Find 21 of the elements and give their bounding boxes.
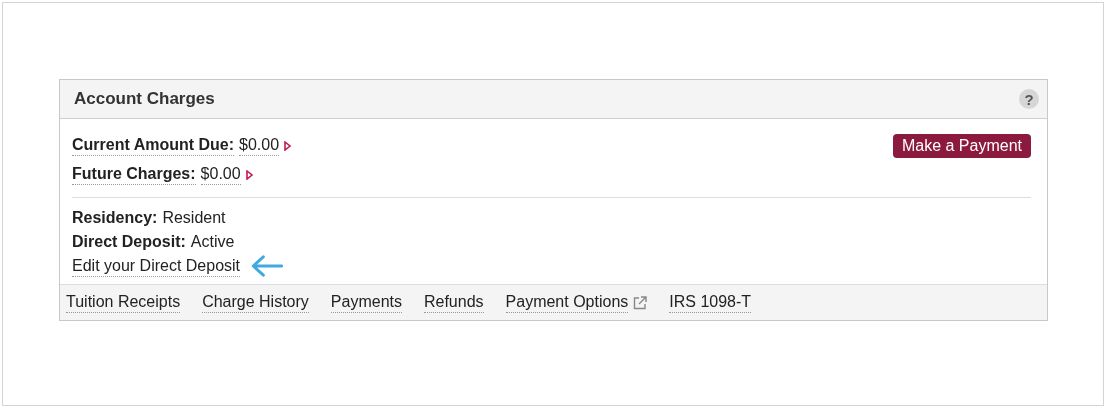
triangle-icon[interactable] xyxy=(245,169,253,180)
panel-title: Account Charges xyxy=(74,89,215,109)
footer-link[interactable]: Payments xyxy=(330,292,402,313)
help-button[interactable]: ? xyxy=(1019,89,1039,109)
footer-link[interactable]: IRS 1098-T xyxy=(669,292,752,313)
footer-link[interactable]: Refunds xyxy=(423,292,484,313)
amount-value[interactable]: $0.00 xyxy=(239,135,280,156)
amount-value[interactable]: $0.00 xyxy=(200,164,241,185)
footer-link[interactable]: Tuition Receipts xyxy=(66,292,181,313)
detail-label: Residency: xyxy=(72,208,158,228)
detail-value: Resident xyxy=(162,208,226,228)
make-payment-button[interactable]: Make a Payment xyxy=(892,134,1031,158)
amount-label[interactable]: Future Charges: xyxy=(72,164,196,185)
detail-value: Active xyxy=(190,232,235,252)
amount-label[interactable]: Current Amount Due: xyxy=(72,135,235,156)
detail-label: Direct Deposit: xyxy=(72,232,186,252)
footer-link[interactable]: Charge History xyxy=(202,292,309,313)
external-link-icon[interactable] xyxy=(633,295,648,310)
triangle-icon[interactable] xyxy=(284,140,292,151)
edit-link[interactable]: Edit your Direct Deposit xyxy=(72,255,241,277)
footer-link[interactable]: Payment Options xyxy=(505,292,629,313)
